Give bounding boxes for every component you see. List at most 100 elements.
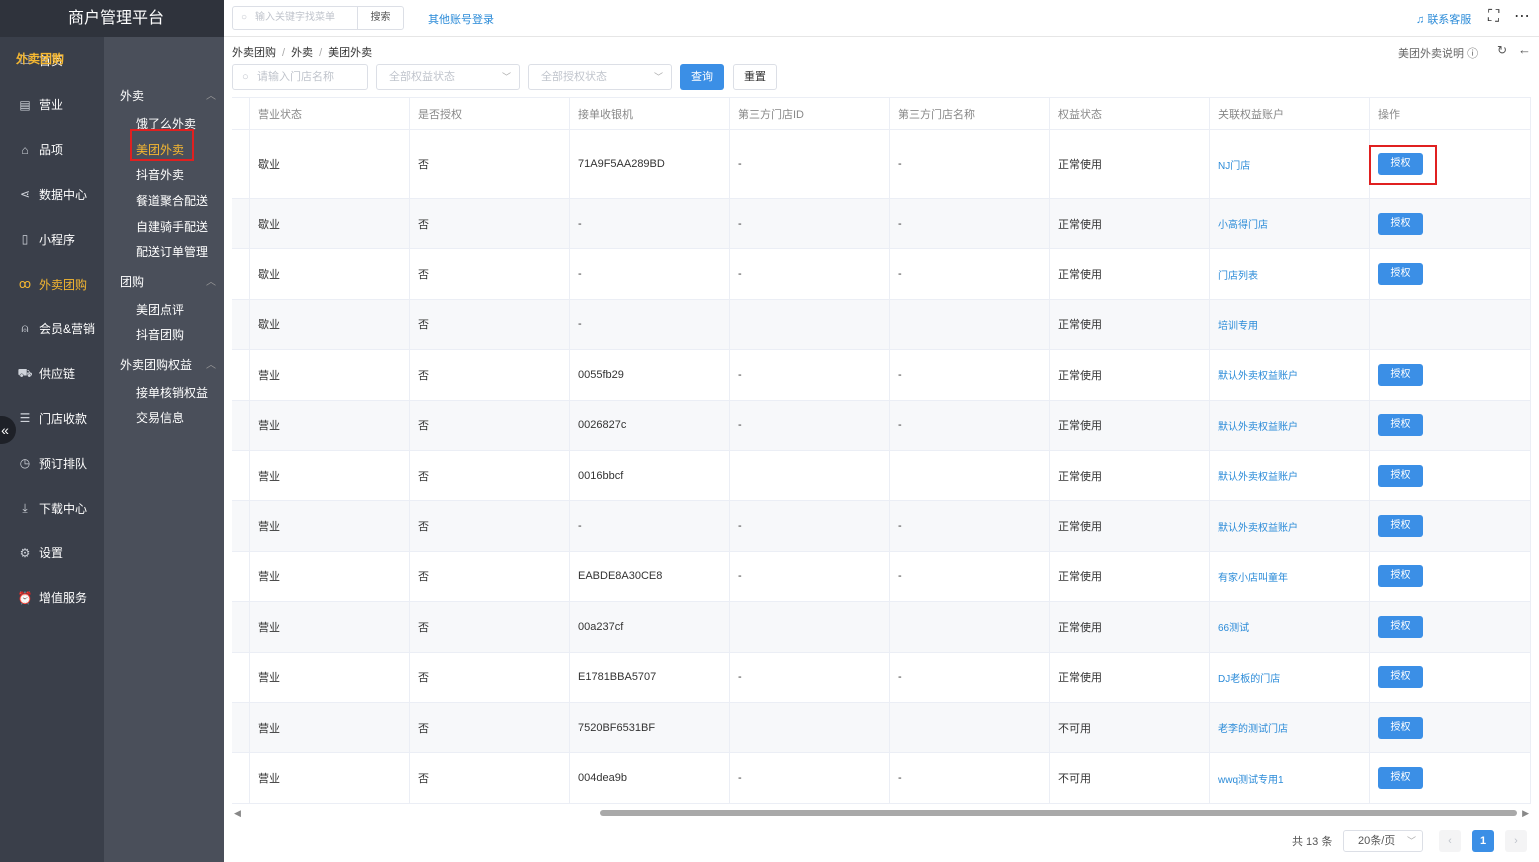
refresh-icon[interactable]: ↻: [1497, 43, 1507, 57]
sub-group-waimai[interactable]: 外卖 ︿: [120, 87, 216, 104]
cell-action: 授权: [1370, 551, 1531, 602]
sub-item-verify-rights[interactable]: 接单核销权益: [136, 384, 208, 401]
nav-item[interactable]: ◷ 预订排队: [0, 441, 104, 485]
authorize-button[interactable]: 授权: [1378, 212, 1423, 235]
sub-group-rights[interactable]: 外卖团购权益 ︿: [120, 356, 216, 373]
nav-item[interactable]: ▯ 小程序: [0, 217, 104, 261]
nav-item[interactable]: ☰ 门店收款: [0, 396, 104, 440]
nav-item[interactable]: ⚙ 设置: [0, 531, 104, 575]
column-header: 关联权益账户: [1210, 98, 1370, 129]
cell-account[interactable]: 有家小店叫童年: [1210, 551, 1370, 602]
authorize-button[interactable]: 授权: [1378, 263, 1423, 286]
nav-item[interactable]: ꝏ 外卖团购: [0, 262, 104, 306]
cell-authorized: 否: [410, 551, 570, 602]
page-size-select[interactable]: 20条/页 ﹀: [1343, 830, 1423, 852]
authorize-button[interactable]: 授权: [1378, 615, 1423, 638]
row-gutter: [232, 199, 250, 249]
sub-group-label: 团购: [120, 275, 145, 289]
contact-support-link[interactable]: ♫ 联系客服: [1416, 11, 1471, 27]
scroll-left-icon[interactable]: ◀: [234, 806, 241, 820]
rights-status-select[interactable]: 全部权益状态 ﹀: [376, 64, 520, 90]
cell-account[interactable]: 默认外卖权益账户: [1210, 350, 1370, 400]
cell-account[interactable]: 老李的测试门店: [1210, 703, 1370, 753]
prev-page-button[interactable]: ‹: [1439, 830, 1461, 852]
cell-account[interactable]: NJ门店: [1210, 130, 1370, 198]
row-gutter: [232, 249, 250, 299]
sub-item-delivery-orders[interactable]: 配送订单管理: [136, 243, 208, 260]
sub-item-transactions[interactable]: 交易信息: [136, 409, 184, 426]
current-page-button[interactable]: 1: [1472, 830, 1494, 852]
cell-account[interactable]: 门店列表: [1210, 249, 1370, 299]
download-icon: ⤓: [22, 500, 28, 515]
nav-item-label: 小程序: [39, 232, 76, 247]
nav-item[interactable]: ▤ 营业: [0, 83, 104, 127]
authorize-button[interactable]: 授权: [1378, 666, 1423, 689]
breadcrumb-item[interactable]: 外卖团购: [232, 47, 276, 59]
sub-item-dianping[interactable]: 美团点评: [136, 301, 184, 318]
other-account-login-link[interactable]: 其他账号登录: [428, 11, 494, 27]
cell-account[interactable]: wwq测试专用1: [1210, 753, 1370, 803]
cell-business-status: 营业: [250, 551, 410, 602]
authorize-button[interactable]: 授权: [1378, 363, 1423, 386]
row-gutter: [232, 400, 250, 450]
cell-action: 授权: [1370, 451, 1531, 501]
breadcrumb-item[interactable]: 外卖: [291, 47, 313, 59]
store-name-input[interactable]: ○ 请输入门店名称: [232, 64, 368, 90]
next-page-button[interactable]: ›: [1505, 830, 1527, 852]
page-help-link[interactable]: 美团外卖说明 ⓘ: [1398, 45, 1478, 61]
nav-item[interactable]: ⛟ 供应链: [0, 352, 104, 396]
scroll-right-icon[interactable]: ▶: [1522, 806, 1529, 820]
authorize-button[interactable]: 授权: [1378, 767, 1423, 790]
cell-authorized: 否: [410, 400, 570, 450]
back-arrow-icon[interactable]: ←: [1518, 42, 1531, 57]
cell-authorized: 否: [410, 652, 570, 702]
authorize-button[interactable]: 授权: [1378, 414, 1423, 437]
cell-account[interactable]: DJ老板的门店: [1210, 652, 1370, 702]
sub-item-self-rider[interactable]: 自建骑手配送: [136, 218, 208, 235]
more-icon[interactable]: ⋯: [1514, 6, 1530, 26]
authorize-button[interactable]: 授权: [1378, 565, 1423, 588]
cell-authorized: 否: [410, 249, 570, 299]
table-horizontal-scrollbar[interactable]: ◀ ▶: [232, 806, 1531, 820]
nav-item[interactable]: ⋖ 数据中心: [0, 172, 104, 216]
cell-account[interactable]: 66测试: [1210, 602, 1370, 652]
cell-third-id: [730, 703, 890, 753]
cell-rights-status: 正常使用: [1050, 199, 1210, 249]
fullscreen-icon[interactable]: ⛶: [1488, 8, 1499, 26]
sub-item-douyin-waimai[interactable]: 抖音外卖: [136, 166, 184, 183]
query-button[interactable]: 查询: [680, 64, 724, 90]
nav-item[interactable]: ⏰ 增值服务: [0, 576, 104, 620]
scroll-thumb[interactable]: [600, 810, 1517, 816]
cell-third-id: -: [730, 400, 890, 450]
menu-search-input[interactable]: ○ 输入关键字找菜单: [233, 7, 357, 29]
cell-account[interactable]: 默认外卖权益账户: [1210, 451, 1370, 501]
authorize-button[interactable]: 授权: [1378, 716, 1423, 739]
cell-account[interactable]: 小高得门店: [1210, 199, 1370, 249]
auth-status-select[interactable]: 全部授权状态 ﹀: [528, 64, 672, 90]
chevron-up-icon: ︿: [206, 91, 216, 102]
sub-group-label: 外卖团购权益: [120, 358, 193, 372]
cell-account[interactable]: 默认外卖权益账户: [1210, 501, 1370, 551]
cell-account[interactable]: 默认外卖权益账户: [1210, 400, 1370, 450]
cell-rights-status: 正常使用: [1050, 602, 1210, 652]
cell-account[interactable]: 培训专用: [1210, 299, 1370, 350]
sub-item-aggregate-delivery[interactable]: 餐道聚合配送: [136, 192, 208, 209]
sub-item-douyin-tuangou[interactable]: 抖音团购: [136, 326, 184, 343]
cell-business-status: 歇业: [250, 249, 410, 299]
cell-authorized: 否: [410, 350, 570, 400]
search-placeholder: 输入关键字找菜单: [255, 12, 335, 23]
nav-item-label: 门店收款: [39, 411, 88, 426]
table-row: 营业否 0016bbcf 正常使用 默认外卖权益账户 授权: [232, 451, 1531, 502]
authorize-button[interactable]: 授权: [1378, 515, 1423, 538]
reset-button[interactable]: 重置: [733, 64, 777, 90]
cell-rights-status: 不可用: [1050, 753, 1210, 803]
menu-search-button[interactable]: 搜索: [357, 7, 403, 29]
cell-pos: -: [570, 501, 730, 551]
nav-item[interactable]: ⍝ 会员&营销: [0, 307, 104, 351]
cell-action: 授权: [1370, 501, 1531, 551]
authorize-button[interactable]: 授权: [1378, 464, 1423, 487]
sub-group-tuangou[interactable]: 团购 ︿: [120, 273, 216, 290]
cell-pos: -: [570, 299, 730, 350]
nav-item[interactable]: ⤓ 下载中心: [0, 486, 104, 530]
nav-item[interactable]: ⌂ 品项: [0, 128, 104, 172]
